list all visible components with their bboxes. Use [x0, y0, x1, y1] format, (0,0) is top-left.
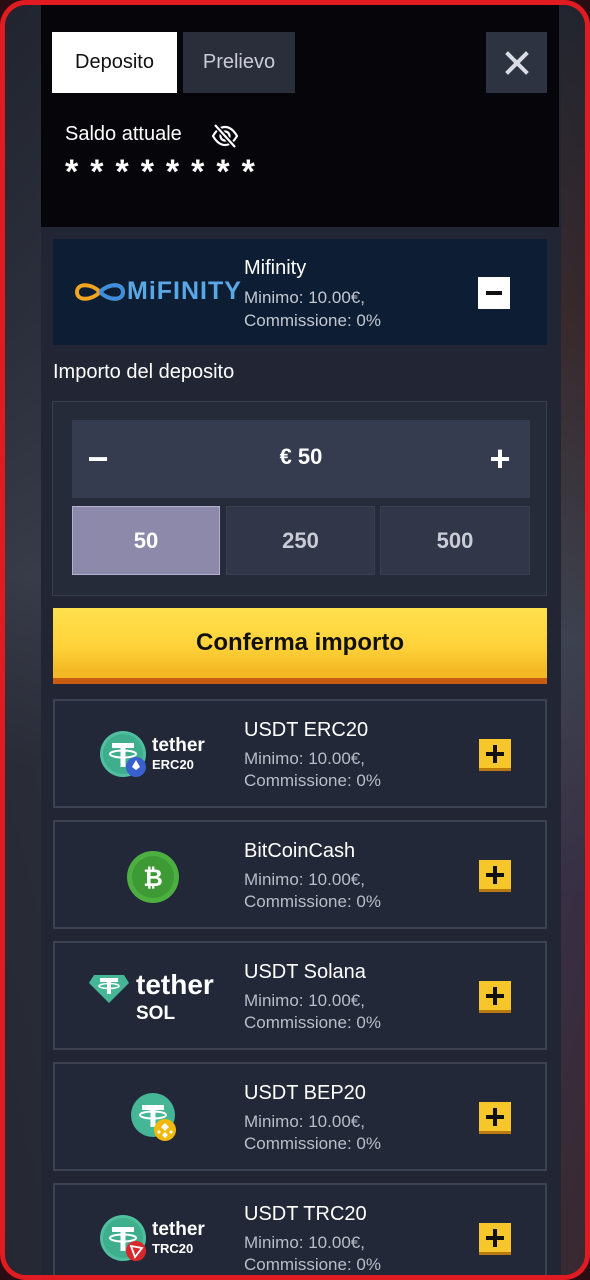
- method-card-usdt-solana[interactable]: tether SOL USDT Solana Minimo: 10.00€, C…: [53, 941, 547, 1050]
- method-name: Mifinity: [244, 257, 307, 279]
- method-minimum: Minimo: 10.00€,: [244, 288, 365, 307]
- method-name: USDT ERC20: [244, 719, 369, 741]
- bitcoin-cash-icon: ₿: [95, 844, 235, 906]
- deposit-panel: Deposito Prelievo Saldo attuale ********: [41, 5, 561, 1275]
- expand-button[interactable]: [479, 1223, 511, 1255]
- method-info: Minimo: 10.00€, Commissione: 0%: [244, 1111, 381, 1155]
- close-button[interactable]: [486, 32, 547, 93]
- method-commission: Commissione: 0%: [244, 1013, 381, 1032]
- tether-sol-icon: tether SOL: [89, 967, 229, 1029]
- expand-button[interactable]: [479, 981, 511, 1013]
- method-minimum: Minimo: 10.00€,: [244, 991, 365, 1010]
- method-commission: Commissione: 0%: [244, 771, 381, 790]
- method-commission: Commissione: 0%: [244, 1134, 381, 1153]
- increase-button[interactable]: +: [480, 439, 520, 479]
- method-name: USDT BEP20: [244, 1082, 366, 1104]
- method-card-bitcoincash[interactable]: ₿ BitCoinCash Minimo: 10.00€, Commission…: [53, 820, 547, 929]
- method-info: Minimo: 10.00€, Commissione: 0%: [244, 286, 381, 332]
- tether-trc20-icon: tether TRC20: [95, 1207, 235, 1269]
- method-info: Minimo: 10.00€, Commissione: 0%: [244, 869, 381, 913]
- selected-method-mifinity[interactable]: MiFINITY Mifinity Minimo: 10.00€, Commis…: [53, 239, 547, 345]
- method-commission: Commissione: 0%: [244, 1255, 381, 1274]
- method-card-usdt-trc20[interactable]: tether TRC20 USDT TRC20 Minimo: 10.00€, …: [53, 1183, 547, 1275]
- method-card-usdt-bep20[interactable]: USDT BEP20 Minimo: 10.00€, Commissione: …: [53, 1062, 547, 1171]
- tether-bep20-icon: [95, 1086, 235, 1148]
- amount-stepper: − € 50 +: [72, 420, 530, 498]
- method-minimum: Minimo: 10.00€,: [244, 1233, 365, 1252]
- method-minimum: Minimo: 10.00€,: [244, 749, 365, 768]
- tab-withdraw[interactable]: Prelievo: [183, 32, 295, 93]
- amount-label: Importo del deposito: [53, 361, 235, 383]
- expand-button[interactable]: [479, 739, 511, 771]
- collapse-button[interactable]: [478, 277, 510, 309]
- method-card-usdt-erc20[interactable]: tether ERC20 USDT ERC20 Minimo: 10.00€, …: [53, 699, 547, 808]
- method-commission: Commissione: 0%: [244, 311, 381, 330]
- method-minimum: Minimo: 10.00€,: [244, 870, 365, 889]
- method-minimum: Minimo: 10.00€,: [244, 1112, 365, 1131]
- confirm-amount-button[interactable]: Conferma importo: [53, 608, 547, 684]
- plus-icon: [486, 1107, 504, 1126]
- panel-header: Deposito Prelievo Saldo attuale ********: [41, 5, 559, 227]
- plus-icon: [486, 744, 504, 763]
- mifinity-logo: MiFINITY: [73, 277, 241, 307]
- method-info: Minimo: 10.00€, Commissione: 0%: [244, 748, 381, 792]
- amount-value[interactable]: € 50: [72, 444, 530, 470]
- expand-button[interactable]: [479, 1102, 511, 1134]
- method-name: USDT Solana: [244, 961, 366, 983]
- phone-frame: Deposito Prelievo Saldo attuale ********: [0, 0, 590, 1280]
- eye-slash-icon[interactable]: [211, 122, 239, 150]
- method-info: Minimo: 10.00€, Commissione: 0%: [244, 990, 381, 1034]
- method-info: Minimo: 10.00€, Commissione: 0%: [244, 1232, 381, 1275]
- balance-value-hidden: ********: [65, 153, 267, 191]
- minus-icon: [486, 291, 502, 295]
- balance-label: Saldo attuale: [65, 123, 182, 145]
- preset-50[interactable]: 50: [72, 506, 220, 575]
- method-commission: Commissione: 0%: [244, 892, 381, 911]
- preset-500[interactable]: 500: [380, 506, 530, 575]
- plus-icon: [486, 865, 504, 884]
- amount-selector: − € 50 + 50 250 500: [52, 401, 547, 596]
- expand-button[interactable]: [479, 860, 511, 892]
- method-name: USDT TRC20: [244, 1203, 367, 1225]
- tab-deposit[interactable]: Deposito: [52, 32, 177, 93]
- background-left: [5, 5, 41, 1275]
- plus-icon: [486, 986, 504, 1005]
- preset-250[interactable]: 250: [226, 506, 375, 575]
- svg-text:₿: ₿: [143, 864, 163, 892]
- plus-icon: [486, 1228, 504, 1247]
- close-icon: [504, 50, 529, 75]
- tether-erc20-icon: tether ERC20: [95, 723, 235, 785]
- method-name: BitCoinCash: [244, 840, 356, 862]
